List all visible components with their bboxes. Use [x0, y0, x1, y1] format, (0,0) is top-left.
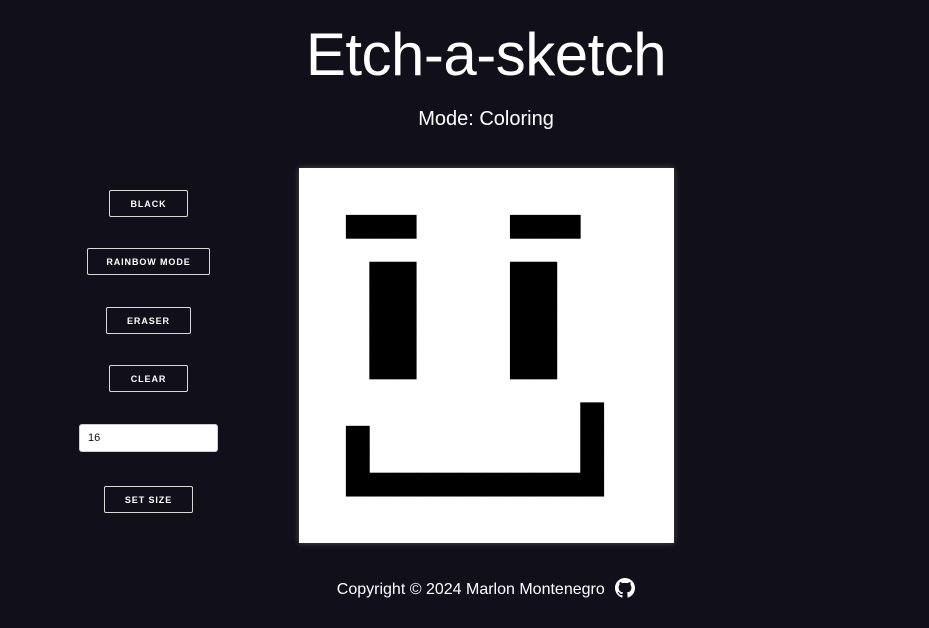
grid-cell-filled[interactable]: [416, 472, 441, 497]
grid-cell-filled[interactable]: [392, 285, 417, 310]
copyright-text: Copyright © 2024 Marlon Montenegro: [336, 581, 605, 598]
sketch-board[interactable]: [299, 168, 674, 543]
grid-cell-filled[interactable]: [509, 214, 534, 239]
grid-cell-filled[interactable]: [509, 261, 534, 286]
grid-cell-filled[interactable]: [439, 472, 464, 497]
rainbow-mode-button[interactable]: RAINBOW MODE: [87, 248, 210, 275]
grid-cell-filled[interactable]: [556, 214, 581, 239]
github-icon[interactable]: [615, 578, 636, 598]
grid-cell-filled[interactable]: [369, 355, 394, 380]
grid-cell-filled[interactable]: [509, 308, 534, 333]
grid-cell-filled[interactable]: [556, 472, 581, 497]
grid-cell-filled[interactable]: [509, 472, 534, 497]
grid-cell-filled[interactable]: [392, 355, 417, 380]
grid-cell-filled[interactable]: [509, 285, 534, 310]
grid-cell-filled[interactable]: [533, 308, 558, 333]
grid-cell-filled[interactable]: [392, 332, 417, 356]
mode-indicator: Mode: Coloring: [418, 108, 554, 130]
grid-cell-filled[interactable]: [463, 472, 487, 497]
grid-cell-filled[interactable]: [369, 261, 394, 286]
grid-cell-filled[interactable]: [369, 214, 394, 239]
grid-size-input[interactable]: [79, 424, 218, 452]
grid-cell-filled[interactable]: [533, 472, 558, 497]
eraser-button[interactable]: ERASER: [106, 307, 191, 334]
grid-cell-filled[interactable]: [345, 214, 370, 239]
grid-cell-filled[interactable]: [533, 261, 558, 286]
grid-cell-filled[interactable]: [345, 472, 370, 497]
grid-cell-filled[interactable]: [369, 308, 394, 333]
grid-cell-filled[interactable]: [533, 214, 558, 239]
grid-cell-filled[interactable]: [345, 425, 370, 450]
footer: Copyright © 2024 Marlon Montenegro: [0, 578, 929, 602]
grid-cell-filled[interactable]: [486, 472, 511, 497]
grid-cell-filled[interactable]: [509, 355, 534, 380]
grid-cell-filled[interactable]: [509, 332, 534, 356]
grid-cell-filled[interactable]: [345, 449, 370, 474]
set-size-button[interactable]: SET SIZE: [104, 486, 193, 513]
grid-cell-filled[interactable]: [392, 472, 417, 497]
grid-cell-filled[interactable]: [369, 285, 394, 310]
grid-cell-filled[interactable]: [580, 449, 605, 474]
grid-cell-filled[interactable]: [533, 332, 558, 356]
grid-cell-filled[interactable]: [580, 472, 605, 497]
grid-cell-filled[interactable]: [392, 261, 417, 286]
grid-cell-filled[interactable]: [533, 355, 558, 380]
grid-cell-filled[interactable]: [580, 402, 605, 427]
grid-cell-filled[interactable]: [392, 214, 417, 239]
grid-cell-filled[interactable]: [392, 308, 417, 333]
black-button[interactable]: BLACK: [109, 190, 188, 217]
grid-cell-filled[interactable]: [533, 285, 558, 310]
clear-button[interactable]: CLEAR: [109, 365, 188, 392]
grid-cell-filled[interactable]: [580, 425, 605, 450]
grid-cell-filled[interactable]: [369, 472, 394, 497]
app-root: Etch-a-sketch Mode: Coloring BLACK RAINB…: [0, 0, 929, 628]
grid-cell-filled[interactable]: [369, 332, 394, 356]
sketch-grid[interactable]: [299, 168, 674, 543]
page-title: Etch-a-sketch: [305, 21, 667, 88]
